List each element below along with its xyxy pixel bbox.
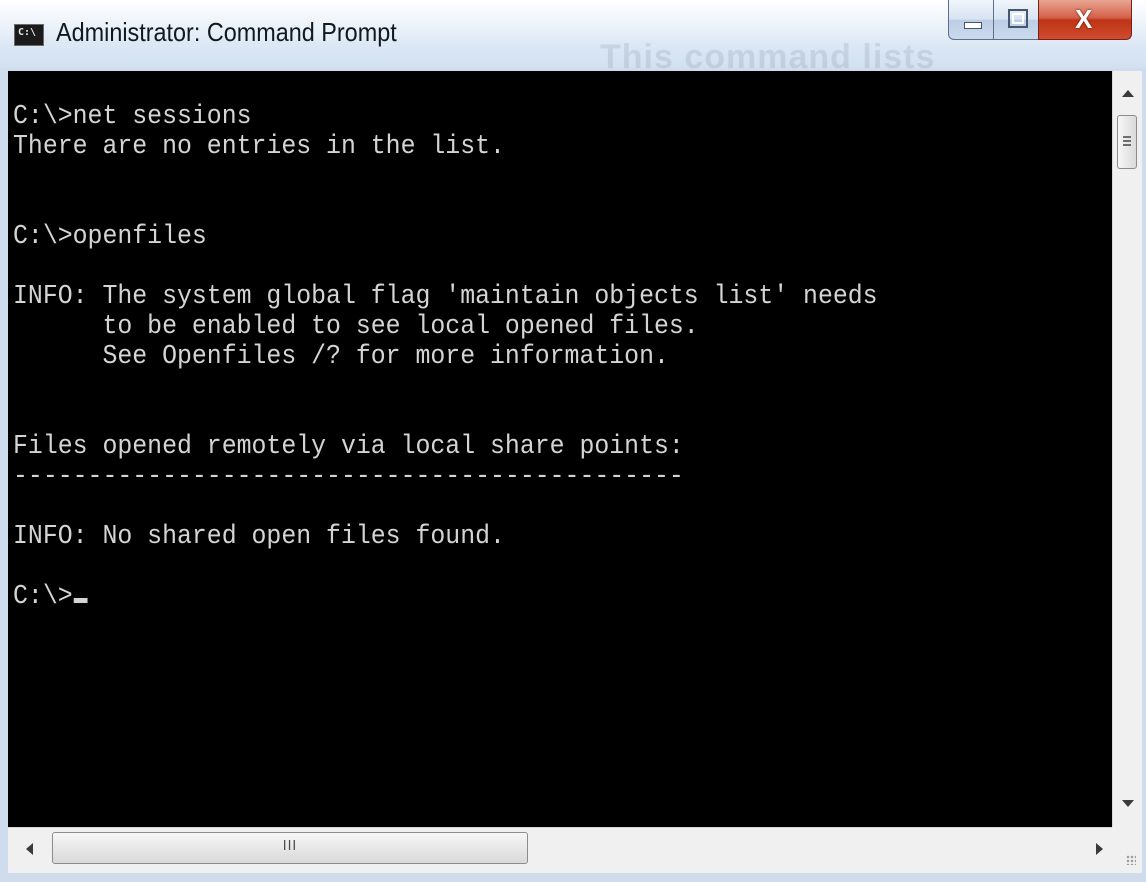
window-title: Administrator: Command Prompt [56,17,397,47]
minimize-button[interactable] [948,0,994,40]
thumb-grip-icon [1123,136,1131,138]
arrow-right-icon [1095,843,1103,855]
resize-grip[interactable] [1112,827,1142,873]
vertical-scrollbar[interactable] [1112,71,1142,827]
console-line: Files opened remotely via local share po… [13,432,684,462]
console-line: C:\> [13,582,878,612]
title-bar[interactable]: This command lists C:\ Administrator: Co… [0,0,1146,76]
caption-buttons: X [948,0,1138,42]
console-line: ----------------------------------------… [13,462,684,492]
console-line: INFO: The system global flag 'maintain o… [13,282,878,312]
command-prompt-window: This command lists C:\ Administrator: Co… [0,0,1146,882]
console-line: C:\>net sessions [13,102,252,132]
scroll-left-button[interactable] [14,834,44,864]
scroll-down-button[interactable] [1113,789,1142,817]
arrow-left-icon [25,843,33,855]
console-line: to be enabled to see local opened files. [13,312,699,342]
cmd-app-icon[interactable]: C:\ [14,24,44,46]
console-line: See Openfiles /? for more information. [13,342,669,372]
thumb-grip-label: III [282,839,298,854]
minimize-icon [964,22,982,29]
horizontal-scroll-thumb[interactable]: III [52,832,528,864]
cmd-app-icon-label: C:\ [18,27,37,38]
scroll-up-button[interactable] [1113,79,1142,107]
window-frame-bottom [0,873,1146,882]
maximize-button[interactable] [993,0,1039,40]
arrow-up-icon [1121,89,1134,97]
resize-grip-icon [1126,855,1136,865]
maximize-icon [1008,9,1028,28]
close-button[interactable]: X [1038,0,1132,40]
horizontal-scrollbar[interactable]: III [8,827,1112,873]
vertical-scroll-thumb[interactable] [1117,115,1137,169]
console-line: INFO: No shared open files found. [13,522,505,552]
text-cursor [73,598,88,603]
console-line: C:\>openfiles [13,222,207,252]
scroll-right-button[interactable] [1084,834,1114,864]
arrow-down-icon [1121,799,1134,807]
console-text: C:\>net sessions There are no entries in … [13,102,878,612]
close-icon: X [1075,4,1093,34]
console-output-area[interactable]: C:\>net sessions There are no entries in … [8,71,1112,827]
console-line: There are no entries in the list. [13,132,505,162]
